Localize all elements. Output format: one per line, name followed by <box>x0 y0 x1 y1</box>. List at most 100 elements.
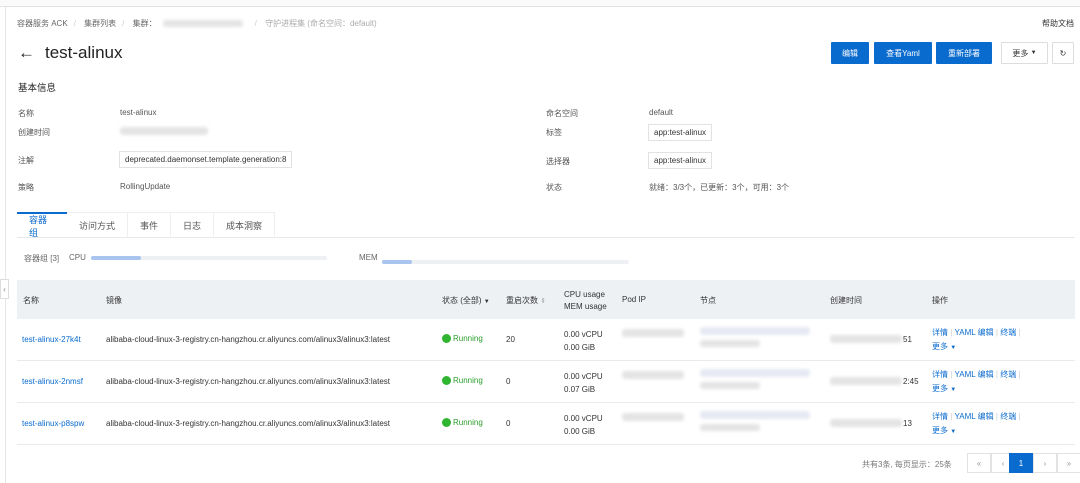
edit-button[interactable]: 编辑 <box>831 42 869 64</box>
back-arrow-icon[interactable]: ← <box>18 43 35 63</box>
node-redacted[interactable] <box>700 327 810 335</box>
next-page-button[interactable]: › <box>1033 453 1057 473</box>
more-ops-label: 更多 <box>932 384 948 393</box>
redeploy-button[interactable]: 重新部署 <box>936 42 992 64</box>
annotation-tag: deprecated.daemonset.template.generation… <box>119 151 293 168</box>
status-badge: Running <box>442 376 483 386</box>
tab-access[interactable]: 访问方式 <box>67 212 129 238</box>
labels-label: 标签 <box>546 128 562 137</box>
created-time-tail: 2:45 <box>903 377 919 386</box>
detail-link[interactable]: 详情 <box>932 370 948 379</box>
more-ops-dropdown[interactable]: 更多 ▼ <box>932 426 956 435</box>
breadcrumb-cluster-list[interactable]: 集群列表 <box>84 19 116 28</box>
detail-link[interactable]: 详情 <box>932 412 948 421</box>
top-bar <box>0 0 1080 7</box>
usage-cell: 0.00 vCPU 0.07 GiB <box>564 370 603 396</box>
mem-usage: 0.00 GiB <box>564 343 596 352</box>
col-ops: 操作 <box>932 296 948 305</box>
more-dropdown[interactable]: 更多 ▼ <box>1001 42 1048 64</box>
ops-cell: 详情 | YAML 编辑 | 终端 | 更多 ▼ <box>932 328 1021 351</box>
name-label: 名称 <box>18 109 34 118</box>
pod-name-link[interactable]: test-alinux-27k4t <box>22 335 81 344</box>
status-badge: Running <box>442 334 483 344</box>
selector-tag: app:test-alinux <box>648 152 713 169</box>
more-ops-dropdown[interactable]: 更多 ▼ <box>932 384 956 393</box>
caret-down-icon: ▼ <box>950 429 957 435</box>
tab-bar: 容器组 访问方式 事件 日志 成本洞察 <box>17 212 1075 238</box>
divider <box>5 7 6 483</box>
name-value: test-alinux <box>120 108 157 117</box>
terminal-link[interactable]: 终端 <box>1000 412 1016 421</box>
col-image: 镜像 <box>106 296 122 305</box>
yaml-edit-link[interactable]: YAML 编辑 <box>955 412 994 421</box>
yaml-edit-link[interactable]: YAML 编辑 <box>955 370 994 379</box>
cpu-label: CPU <box>69 253 86 262</box>
node-ip-redacted <box>700 382 760 389</box>
running-icon <box>442 334 451 344</box>
chevron-left-icon: ‹ <box>3 284 6 294</box>
col-status-filter[interactable]: 状态 (全部) ▼ <box>442 295 490 306</box>
last-page-button[interactable]: » <box>1057 453 1080 473</box>
col-node: 节点 <box>700 296 716 305</box>
node-redacted[interactable] <box>700 369 810 377</box>
restarts-cell: 20 <box>506 335 515 344</box>
detail-link[interactable]: 详情 <box>932 328 948 337</box>
ops-cell: 详情 | YAML 编辑 | 终端 | 更多 ▼ <box>932 370 1021 393</box>
table-row: test-alinux-27k4t alibaba-cloud-linux-3-… <box>17 319 1075 361</box>
breadcrumb-cluster[interactable]: 集群： <box>133 19 249 28</box>
view-yaml-button[interactable]: 查看Yaml <box>874 42 932 64</box>
namespace-value: default <box>649 108 674 117</box>
created-time-tail: 13 <box>903 419 912 428</box>
help-docs-link[interactable]: 帮助文档 <box>1042 18 1074 29</box>
pod-ip-redacted <box>622 329 684 337</box>
refresh-icon: ↻ <box>1059 48 1067 58</box>
created-redacted <box>830 335 902 343</box>
restarts-cell: 0 <box>506 377 511 386</box>
running-icon <box>442 418 451 428</box>
refresh-button[interactable]: ↻ <box>1052 42 1074 64</box>
created-value-redacted <box>120 127 208 135</box>
usage-cell: 0.00 vCPU 0.00 GiB <box>564 412 603 438</box>
tab-events[interactable]: 事件 <box>128 212 172 238</box>
cpu-usage: 0.00 vCPU <box>564 414 603 423</box>
col-restarts[interactable]: 重启次数 ⬍ <box>506 295 546 306</box>
node-redacted[interactable] <box>700 411 810 419</box>
status-value: 就绪：3/3个，已更新：3个，可用：3个 <box>649 183 790 192</box>
image-cell: alibaba-cloud-linux-3-registry.cn-hangzh… <box>106 419 390 428</box>
pod-name-link[interactable]: test-alinux-2nmsf <box>22 377 83 386</box>
more-ops-label: 更多 <box>932 426 948 435</box>
section-basic-info: 基本信息 <box>18 83 57 94</box>
pods-count-label: 容器组 [3] <box>24 254 60 263</box>
running-icon <box>442 376 451 386</box>
more-ops-dropdown[interactable]: 更多 ▼ <box>932 342 956 351</box>
terminal-link[interactable]: 终端 <box>1000 328 1016 337</box>
more-label: 更多 <box>1012 48 1029 58</box>
image-cell: alibaba-cloud-linux-3-registry.cn-hangzh… <box>106 335 390 344</box>
tab-logs[interactable]: 日志 <box>171 212 215 238</box>
pod-name-link[interactable]: test-alinux-p8spw <box>22 419 84 428</box>
first-page-button[interactable]: « <box>967 453 991 473</box>
node-ip-redacted <box>700 340 760 347</box>
status-text: Running <box>453 376 483 385</box>
collapse-sidebar-button[interactable]: ‹ <box>0 279 9 299</box>
terminal-link[interactable]: 终端 <box>1000 370 1016 379</box>
caret-down-icon: ▼ <box>950 387 957 393</box>
cpu-usage-header: CPU usage <box>564 290 605 299</box>
title-text: test-alinux <box>45 43 123 62</box>
tab-pods[interactable]: 容器组 <box>17 212 67 238</box>
mem-usage-header: MEM usage <box>564 302 607 311</box>
mem-usage-bar <box>382 260 629 264</box>
selector-label: 选择器 <box>546 157 570 166</box>
tab-cost[interactable]: 成本洞察 <box>214 212 276 238</box>
yaml-edit-link[interactable]: YAML 编辑 <box>955 328 994 337</box>
redacted <box>162 20 243 28</box>
breadcrumb: 容器服务 ACK / 集群列表 / 集群： / 守护进程集 (命名空间：default… <box>17 19 377 28</box>
strategy-value: RollingUpdate <box>120 182 171 191</box>
col-usage: CPU usage MEM usage <box>564 289 607 313</box>
table-row: test-alinux-p8spw alibaba-cloud-linux-3-… <box>17 403 1075 445</box>
page-1-button[interactable]: 1 <box>1009 453 1033 473</box>
status-text: Running <box>453 418 483 427</box>
breadcrumb-ack[interactable]: 容器服务 ACK <box>17 19 68 28</box>
pagination-summary: 共有3条, 每页显示：25条 <box>862 460 952 469</box>
created-time-tail: 51 <box>903 335 912 344</box>
